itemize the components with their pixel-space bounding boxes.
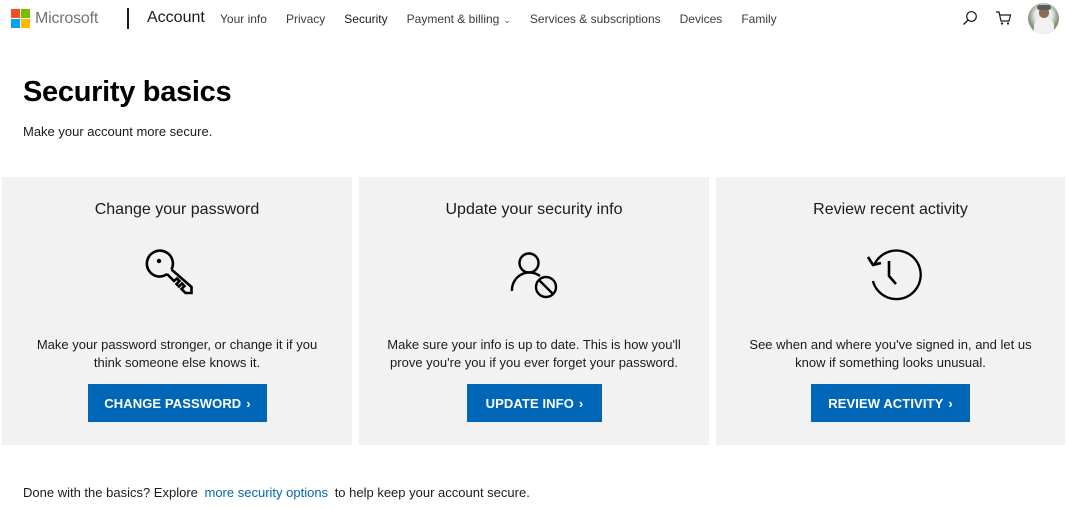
card-description: See when and where you've signed in, and… (749, 337, 1032, 370)
chevron-right-icon: › (578, 395, 584, 411)
button-label: UPDATE INFO (485, 395, 574, 411)
chevron-right-icon: › (246, 395, 251, 411)
button-label: CHANGE PASSWORD (104, 395, 242, 411)
top-navigation-bar: Microsoft Account Your info Privacy Secu… (0, 0, 1068, 37)
footer-text: Done with the basics? Explore more secur… (23, 485, 530, 500)
card-title: Change your password (94, 201, 260, 218)
page-title: Security basics (23, 76, 232, 108)
account-home-link[interactable]: Account (147, 9, 205, 27)
footer-suffix: to help keep your account secure. (334, 485, 530, 500)
nav-family[interactable]: Family (741, 12, 776, 26)
review-activity-button[interactable]: REVIEW ACTIVITY › (811, 384, 970, 422)
footer-prefix: Done with the basics? Explore (23, 485, 198, 500)
card-description: Make sure your info is up to date. This … (387, 337, 681, 370)
brand-name: Microsoft (35, 9, 99, 27)
cart-icon[interactable] (995, 10, 1012, 26)
page-subtitle: Make your account more secure. (23, 124, 213, 139)
button-label: REVIEW ACTIVITY (828, 395, 944, 411)
card-title: Update your security info (445, 201, 623, 218)
nav-devices[interactable]: Devices (680, 12, 723, 26)
main-nav: Your info Privacy Security Payment & bil… (220, 12, 796, 26)
update-security-info-card: Update your security info Make sure your… (359, 177, 709, 445)
card-description: Make your password stronger, or change i… (36, 337, 318, 370)
microsoft-logo[interactable]: Microsoft (11, 9, 98, 28)
key-icon (145, 249, 193, 295)
user-blocked-icon (510, 252, 558, 299)
microsoft-logo-icon (11, 9, 30, 28)
nav-security[interactable]: Security (344, 12, 387, 26)
history-icon (866, 249, 922, 301)
nav-payment-billing[interactable]: Payment & billing ⌄ (407, 12, 511, 26)
card-title: Review recent activity (813, 201, 968, 218)
change-password-button[interactable]: CHANGE PASSWORD › (88, 384, 267, 422)
header-divider (127, 8, 129, 29)
user-avatar[interactable] (1028, 3, 1059, 34)
review-activity-card: Review recent activity See when and wher… (716, 177, 1065, 445)
nav-services-subscriptions[interactable]: Services & subscriptions (530, 12, 661, 26)
nav-payment-billing-label: Payment & billing (406, 12, 500, 26)
change-password-card: Change your password Make your password … (2, 177, 352, 445)
chevron-down-icon: ⌄ (503, 15, 511, 25)
more-security-options-link[interactable]: more security options (205, 485, 329, 500)
nav-your-info[interactable]: Your info (220, 12, 267, 26)
update-info-button[interactable]: UPDATE INFO › (467, 384, 602, 422)
chevron-right-icon: › (948, 395, 953, 411)
search-icon[interactable] (962, 10, 978, 26)
nav-privacy[interactable]: Privacy (286, 12, 325, 26)
